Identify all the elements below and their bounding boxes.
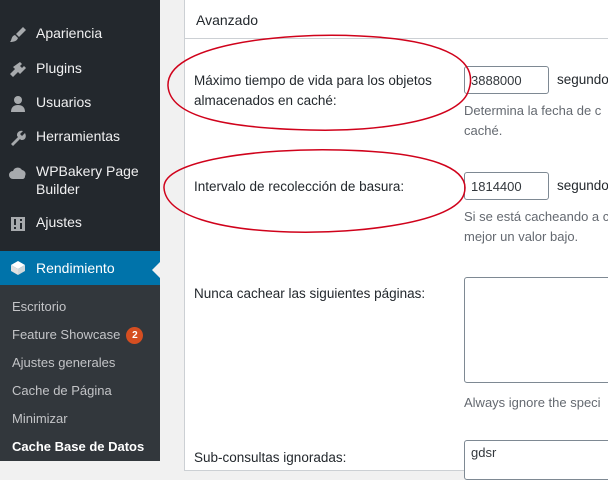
setting-description: Determina la fecha de c: [464, 103, 602, 118]
menu-label: Apariencia: [36, 25, 103, 41]
lifetime-input[interactable]: [464, 66, 549, 94]
setting-description: mejor un valor bajo.: [464, 229, 579, 244]
menu-label: Plugins: [36, 60, 82, 76]
wrench-icon: [8, 128, 28, 148]
menu-item-herramientas[interactable]: Herramientas: [0, 127, 160, 149]
submenu-label: Feature Showcase: [12, 327, 121, 342]
cloud-icon: [8, 163, 28, 183]
brush-icon: [8, 25, 28, 45]
never-cache-textarea[interactable]: [464, 277, 608, 383]
setting-description: caché.: [464, 123, 503, 138]
admin-sidebar: Apariencia Plugins Usuarios Herramientas…: [0, 0, 160, 461]
menu-item-usuarios[interactable]: Usuarios: [0, 93, 160, 115]
setting-description: Always ignore the speci: [464, 395, 601, 410]
unit-label: segundo: [557, 72, 608, 87]
menu-label: Usuarios: [36, 94, 92, 110]
submenu-item-ajustes-generales[interactable]: Ajustes generales: [12, 355, 115, 370]
active-arrow: [152, 262, 160, 278]
menu-label: Rendimiento: [36, 260, 115, 276]
submenu-item-cache-base-datos[interactable]: Cache Base de Datos: [12, 439, 144, 454]
submenu-item-cache-pagina[interactable]: Cache de Página: [12, 383, 112, 398]
performance-icon: [8, 258, 28, 278]
menu-label-line: WPBakery Page: [36, 163, 139, 179]
ignored-subqueries-textarea[interactable]: gdsr: [464, 440, 608, 480]
menu-label: WPBakery Page Builder: [36, 162, 139, 198]
setting-description: Si se está cacheando a c: [464, 209, 608, 224]
setting-label-ignored-subqueries: Sub-consultas ignoradas:: [194, 450, 347, 465]
setting-label-lifetime: Máximo tiempo de vida para los objetos a…: [194, 73, 432, 108]
settings-icon: [8, 214, 28, 234]
user-icon: [8, 94, 28, 114]
settings-panel: Avanzado Máximo tiempo de vida para los …: [184, 0, 608, 480]
menu-item-apariencia[interactable]: Apariencia: [0, 24, 160, 46]
submenu-item-escritorio[interactable]: Escritorio: [12, 299, 66, 314]
panel-header: Avanzado: [185, 0, 608, 39]
menu-item-wpbakery[interactable]: WPBakery Page Builder: [0, 161, 160, 201]
gc-interval-input[interactable]: [464, 172, 549, 200]
plugin-icon: [8, 60, 28, 80]
submenu: Escritorio Feature Showcase 2 Ajustes gen…: [0, 285, 160, 461]
main-content: Avanzado Máximo tiempo de vida para los …: [160, 0, 608, 480]
menu-label: Herramientas: [36, 128, 121, 144]
menu-label-line: Builder: [36, 181, 80, 197]
unit-label: segundo: [557, 178, 608, 193]
setting-label-never-cache: Nunca cachear las siguientes páginas:: [194, 286, 426, 301]
menu-label: Ajustes: [36, 214, 82, 230]
submenu-item-feature-showcase[interactable]: Feature Showcase 2: [12, 327, 144, 344]
update-count-badge: 2: [126, 327, 144, 344]
setting-label-gc-interval: Intervalo de recolección de basura:: [194, 179, 405, 194]
panel-title: Avanzado: [196, 12, 259, 28]
menu-item-ajustes[interactable]: Ajustes: [0, 213, 160, 235]
menu-item-plugins[interactable]: Plugins: [0, 59, 160, 81]
menu-item-rendimiento[interactable]: Rendimiento: [0, 251, 160, 285]
submenu-item-minimizar[interactable]: Minimizar: [12, 411, 68, 426]
